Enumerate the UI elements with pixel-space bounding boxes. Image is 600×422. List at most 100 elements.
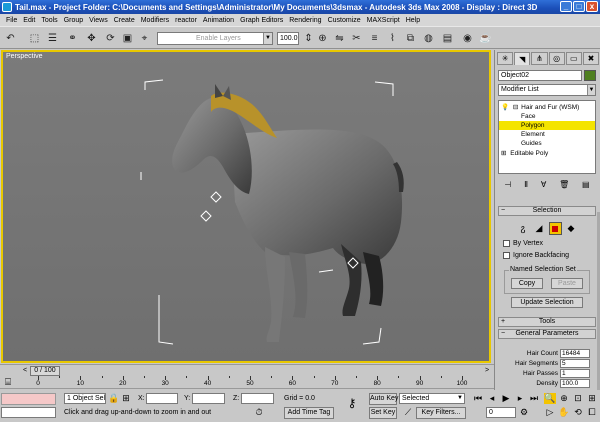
element-icon[interactable]: ◆ bbox=[565, 222, 578, 235]
select-object-icon[interactable]: ⬚ bbox=[27, 31, 42, 46]
zoom-extents-all-icon[interactable]: ⊞ bbox=[586, 393, 598, 404]
modify-tab-icon[interactable]: ◥ bbox=[514, 52, 531, 65]
utilities-tab-icon[interactable]: ✖ bbox=[582, 52, 600, 65]
hair-segments-field[interactable]: 5 bbox=[560, 359, 590, 368]
maximize-viewport-icon[interactable]: ⧠ bbox=[586, 407, 598, 418]
maxscript-listener[interactable] bbox=[1, 393, 56, 405]
minimize-button[interactable]: _ bbox=[560, 1, 572, 12]
select-by-name-icon[interactable]: ☰ bbox=[45, 31, 60, 46]
menu-edit[interactable]: Edit bbox=[20, 17, 38, 24]
pin-stack-icon[interactable]: ⊣ bbox=[504, 180, 511, 189]
tools-rollout-header[interactable]: + Tools bbox=[498, 317, 596, 327]
field-of-view-icon[interactable]: ▷ bbox=[544, 407, 556, 418]
snap-icon[interactable]: ⊕ bbox=[315, 31, 330, 46]
key-mode-dropdown[interactable]: Selected ▼ bbox=[399, 393, 465, 404]
selection-rollout-header[interactable]: − Selection bbox=[498, 206, 596, 216]
lock-icon[interactable]: 🔒 bbox=[108, 393, 119, 404]
go-to-end-icon[interactable]: ⏭ bbox=[528, 393, 540, 404]
modifier-list-dropdown[interactable]: Modifier List ▼ bbox=[498, 84, 596, 96]
move-icon[interactable]: ✥ bbox=[84, 31, 99, 46]
face-icon[interactable]: ◢ bbox=[533, 222, 546, 235]
view-icon[interactable]: ⌖ bbox=[137, 31, 152, 46]
stack-item-hair[interactable]: 💡 ⊟ Hair and Fur (WSM) bbox=[499, 103, 595, 112]
current-frame-field[interactable]: 0 bbox=[486, 407, 516, 418]
pan-icon[interactable]: ✋ bbox=[558, 407, 570, 418]
go-to-start-icon[interactable]: ⏮ bbox=[472, 393, 484, 404]
play-icon[interactable]: ▶ bbox=[500, 393, 512, 404]
percent-field[interactable]: 100.0 bbox=[277, 32, 299, 45]
density-field[interactable]: 100.0 bbox=[560, 379, 590, 388]
layer-icon[interactable]: ≡ bbox=[367, 31, 382, 46]
menu-maxscript[interactable]: MAXScript bbox=[364, 17, 403, 24]
maximize-button[interactable]: □ bbox=[573, 1, 585, 12]
link-icon[interactable]: ⚭ bbox=[65, 31, 80, 46]
menu-graph-editors[interactable]: Graph Editors bbox=[237, 17, 286, 24]
remove-modifier-icon[interactable]: 🗑 bbox=[559, 180, 569, 189]
hair-passes-field[interactable]: 1 bbox=[560, 369, 590, 378]
ignore-backfacing-checkbox[interactable]: Ignore Backfacing bbox=[503, 252, 569, 259]
stack-item-editable-poly[interactable]: ⊞ Editable Poly bbox=[499, 149, 595, 158]
expand-icon[interactable]: ⊞ bbox=[501, 150, 506, 157]
add-time-tag-button[interactable]: Add Time Tag bbox=[284, 407, 334, 419]
time-slider-thumb[interactable]: 0 / 100 bbox=[30, 366, 60, 376]
zoom-extents-icon[interactable]: ⊡ bbox=[572, 393, 584, 404]
motion-tab-icon[interactable]: ◎ bbox=[548, 52, 565, 65]
mirror-icon[interactable]: ⇋ bbox=[332, 31, 347, 46]
by-vertex-checkbox[interactable]: By Vertex bbox=[503, 240, 543, 247]
paste-button[interactable]: Paste bbox=[551, 278, 583, 289]
spinner-icon[interactable]: ⇕ bbox=[301, 31, 316, 46]
y-coord-field[interactable] bbox=[192, 393, 225, 404]
make-unique-icon[interactable]: ∀ bbox=[541, 180, 546, 189]
undo-icon[interactable]: ↶ bbox=[3, 31, 18, 46]
render-setup-icon[interactable]: ▤ bbox=[440, 31, 455, 46]
display-tab-icon[interactable]: ▭ bbox=[565, 52, 582, 65]
zoom-icon[interactable]: 🔍 bbox=[544, 393, 556, 404]
guides-icon[interactable]: ჷ bbox=[517, 222, 530, 235]
absolute-mode-icon[interactable]: ⊞ bbox=[121, 393, 131, 404]
key-icon[interactable]: ⚷ bbox=[342, 397, 362, 409]
hair-count-field[interactable]: 16484 bbox=[560, 349, 590, 358]
menu-views[interactable]: Views bbox=[86, 17, 111, 24]
named-selection-dropdown[interactable]: Enable Layers ▼ bbox=[157, 32, 273, 45]
polygon-icon[interactable] bbox=[548, 222, 562, 235]
configure-sets-icon[interactable]: ▤ bbox=[582, 180, 590, 189]
next-key-icon[interactable]: ▸ bbox=[514, 393, 526, 404]
menu-create[interactable]: Create bbox=[111, 17, 138, 24]
checkbox-box[interactable] bbox=[503, 252, 510, 259]
time-config-icon[interactable]: ⚙ bbox=[519, 407, 529, 418]
align-icon[interactable]: ✂ bbox=[349, 31, 364, 46]
collapse-icon[interactable]: ⊟ bbox=[513, 104, 518, 111]
perspective-viewport[interactable]: Perspective bbox=[1, 50, 491, 363]
lightbulb-icon[interactable]: 💡 bbox=[501, 104, 509, 111]
hierarchy-tab-icon[interactable]: ⋔ bbox=[531, 52, 548, 65]
stack-sub-element[interactable]: Element bbox=[499, 130, 595, 139]
material-editor-icon[interactable]: ◍ bbox=[421, 31, 436, 46]
prev-frame-icon[interactable]: < bbox=[20, 366, 30, 376]
create-tab-icon[interactable]: ✳ bbox=[497, 52, 514, 65]
track-bar[interactable]: ⌸ 0 10 20 30 40 50 60 70 80 90 100 bbox=[0, 376, 494, 389]
x-coord-field[interactable] bbox=[146, 393, 178, 404]
checkbox-box[interactable] bbox=[503, 240, 510, 247]
stack-sub-guides[interactable]: Guides bbox=[499, 139, 595, 148]
stack-sub-face[interactable]: Face bbox=[499, 112, 595, 121]
copy-button[interactable]: Copy bbox=[511, 278, 543, 289]
time-slider[interactable]: < 0 / 100 > bbox=[0, 364, 494, 376]
time-tag-icon[interactable]: ⏱ bbox=[254, 407, 264, 418]
curve-editor-mini-icon[interactable]: ⌸ bbox=[5, 377, 11, 388]
set-key-button[interactable]: Set Key bbox=[369, 407, 397, 419]
app-icon[interactable] bbox=[2, 2, 12, 12]
update-selection-button[interactable]: Update Selection bbox=[511, 297, 583, 308]
next-frame-icon[interactable]: > bbox=[482, 366, 492, 376]
menu-modifiers[interactable]: Modifiers bbox=[138, 17, 172, 24]
menu-tools[interactable]: Tools bbox=[38, 17, 60, 24]
show-end-result-icon[interactable]: Ⅱ bbox=[524, 180, 528, 189]
object-name-field[interactable]: Object02 bbox=[498, 70, 582, 81]
z-coord-field[interactable] bbox=[241, 393, 274, 404]
zoom-all-icon[interactable]: ⊕ bbox=[558, 393, 570, 404]
menu-rendering[interactable]: Rendering bbox=[286, 17, 324, 24]
orbit-icon[interactable]: ⟲ bbox=[572, 407, 584, 418]
menu-animation[interactable]: Animation bbox=[200, 17, 237, 24]
object-color-swatch[interactable] bbox=[584, 70, 596, 81]
maxscript-mini-listener[interactable] bbox=[1, 407, 56, 418]
menu-help[interactable]: Help bbox=[403, 17, 423, 24]
